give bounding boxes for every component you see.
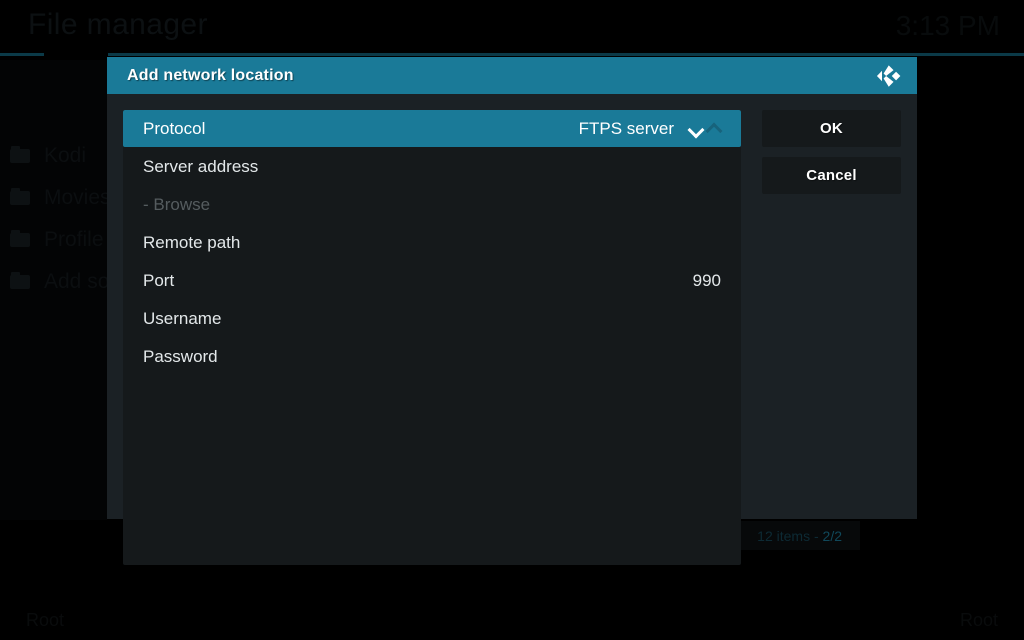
field-label: - Browse [143,194,211,214]
folder-icon [10,272,30,289]
background-bottom-right-path: Root [959,609,998,630]
field-label: Port [143,270,175,290]
background-item-count: 12 items - 2/2 [757,528,842,544]
background-list-item-label: Kodi [44,144,87,167]
kodi-logo-icon [873,61,903,91]
background-page-indicator: 2/2 [822,527,842,544]
field-label: Protocol [143,118,206,138]
dialog-button-column: OK Cancel [762,110,901,194]
background-item-count-label: 12 items - [757,527,823,544]
protocol-spinner[interactable] [688,123,723,134]
field-label: Remote path [143,232,241,252]
ok-button-label: OK [820,120,843,137]
dialog-title: Add network location [127,66,294,84]
field-label: Password [143,346,218,366]
field-row-port[interactable]: Port 990 [123,262,741,299]
chevron-up-icon[interactable] [706,123,723,134]
folder-icon [10,146,30,163]
background-list-item-label: Movies [44,186,111,209]
field-row-password[interactable]: Password [123,338,741,375]
folder-icon [10,230,30,247]
field-label: Username [143,308,222,328]
add-network-location-dialog: Add network location Protocol FTPS serve… [107,57,917,565]
background-clock: 3:13 PM [895,10,1000,41]
chevron-down-icon[interactable] [688,123,705,134]
field-row-remote-path[interactable]: Remote path [123,224,741,261]
field-row-username[interactable]: Username [123,300,741,337]
settings-list-panel[interactable]: Protocol FTPS server Server address - Br… [123,110,741,565]
cancel-button-label: Cancel [806,167,857,184]
header-accent-line-left [0,53,44,56]
background-bottom-bar: Root Root [0,600,1024,640]
field-control-group: FTPS server [579,119,721,139]
header-accent-line [108,53,1024,56]
kodi-screen: File manager 3:13 PM Kodi Movies Profile… [0,0,1024,640]
folder-icon [10,188,30,205]
background-page-title: File manager [28,8,208,41]
port-value: 990 [692,270,721,290]
cancel-button[interactable]: Cancel [762,157,901,194]
ok-button[interactable]: OK [762,110,901,147]
background-bottom-left-path: Root [26,609,65,630]
field-row-browse[interactable]: - Browse [123,186,741,223]
dialog-header: Add network location [107,57,917,94]
field-row-protocol[interactable]: Protocol FTPS server [123,110,741,147]
field-label: Server address [143,156,259,176]
field-row-server-address[interactable]: Server address [123,148,741,185]
protocol-value: FTPS server [578,118,674,138]
